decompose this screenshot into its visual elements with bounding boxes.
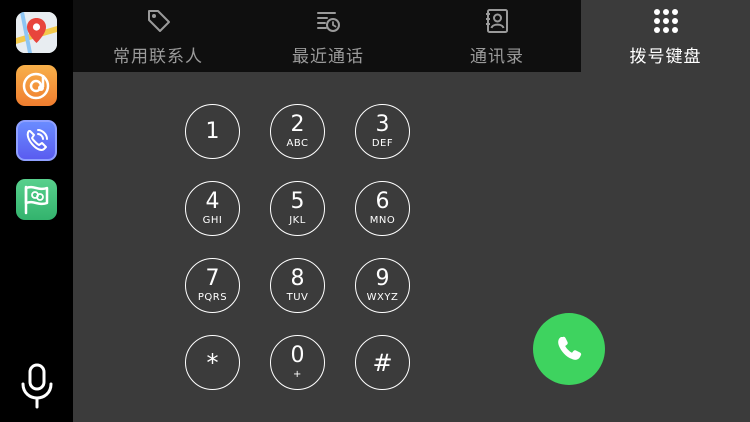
- tab-contacts-label: 通讯录: [470, 47, 524, 67]
- tab-contacts[interactable]: 通讯录: [413, 0, 581, 72]
- key-letters: WXYZ: [366, 291, 399, 303]
- tab-bar: 常用联系人 最近通话 通讯录 拨号键盘: [73, 0, 750, 72]
- maps-app-icon[interactable]: [16, 12, 57, 53]
- key-digit: 0: [290, 342, 305, 368]
- key-digit: 5: [290, 188, 305, 214]
- tab-favorites-label: 常用联系人: [113, 47, 203, 67]
- contacts-book-icon: [486, 9, 508, 33]
- key-5[interactable]: 5 JKL: [270, 181, 325, 236]
- recent-list-icon: [317, 12, 340, 32]
- key-star[interactable]: *: [185, 335, 240, 390]
- chat-app-icon[interactable]: [16, 179, 57, 220]
- tab-dialpad-label: 拨号键盘: [629, 47, 702, 67]
- tag-icon: [148, 10, 170, 32]
- key-hash[interactable]: #: [355, 335, 410, 390]
- dialpad-grid-icon: [653, 9, 678, 33]
- key-letters: DEF: [371, 137, 394, 149]
- music-app-icon[interactable]: [16, 65, 57, 106]
- key-digit: 7: [205, 265, 220, 291]
- key-6[interactable]: 6 MNO: [355, 181, 410, 236]
- key-9[interactable]: 9 WXYZ: [355, 258, 410, 313]
- key-2[interactable]: 2 ABC: [270, 104, 325, 159]
- key-letters: GHI: [202, 214, 223, 226]
- key-letters: JKL: [289, 214, 306, 226]
- key-8[interactable]: 8 TUV: [270, 258, 325, 313]
- tab-favorites[interactable]: 常用联系人: [73, 0, 243, 72]
- tab-dialpad[interactable]: 拨号键盘: [581, 0, 750, 72]
- tab-recents[interactable]: 最近通话: [243, 0, 413, 72]
- key-7[interactable]: 7 PQRS: [185, 258, 240, 313]
- key-digit: 2: [290, 111, 305, 137]
- phone-app-icon[interactable]: [16, 120, 57, 161]
- key-digit: *: [206, 348, 219, 377]
- key-4[interactable]: 4 GHI: [185, 181, 240, 236]
- key-digit: #: [372, 348, 393, 377]
- tab-recents-label: 最近通话: [292, 47, 364, 67]
- key-letters: TUV: [286, 291, 309, 303]
- key-digit: 8: [290, 265, 305, 291]
- key-0[interactable]: 0 +: [270, 335, 325, 390]
- key-digit: 1: [205, 118, 220, 144]
- key-letters: PQRS: [197, 291, 228, 303]
- key-letters: +: [293, 368, 302, 380]
- key-1[interactable]: 1: [185, 104, 240, 159]
- key-digit: 9: [375, 265, 390, 291]
- key-digit: 6: [375, 188, 390, 214]
- key-3[interactable]: 3 DEF: [355, 104, 410, 159]
- key-digit: 3: [375, 111, 390, 137]
- key-letters: ABC: [286, 137, 309, 149]
- call-button[interactable]: [533, 313, 605, 385]
- key-letters: MNO: [369, 214, 396, 226]
- key-digit: 4: [205, 188, 220, 214]
- microphone-icon[interactable]: [18, 362, 56, 410]
- phone-call-icon: [558, 336, 582, 360]
- app-sidebar: [0, 0, 73, 422]
